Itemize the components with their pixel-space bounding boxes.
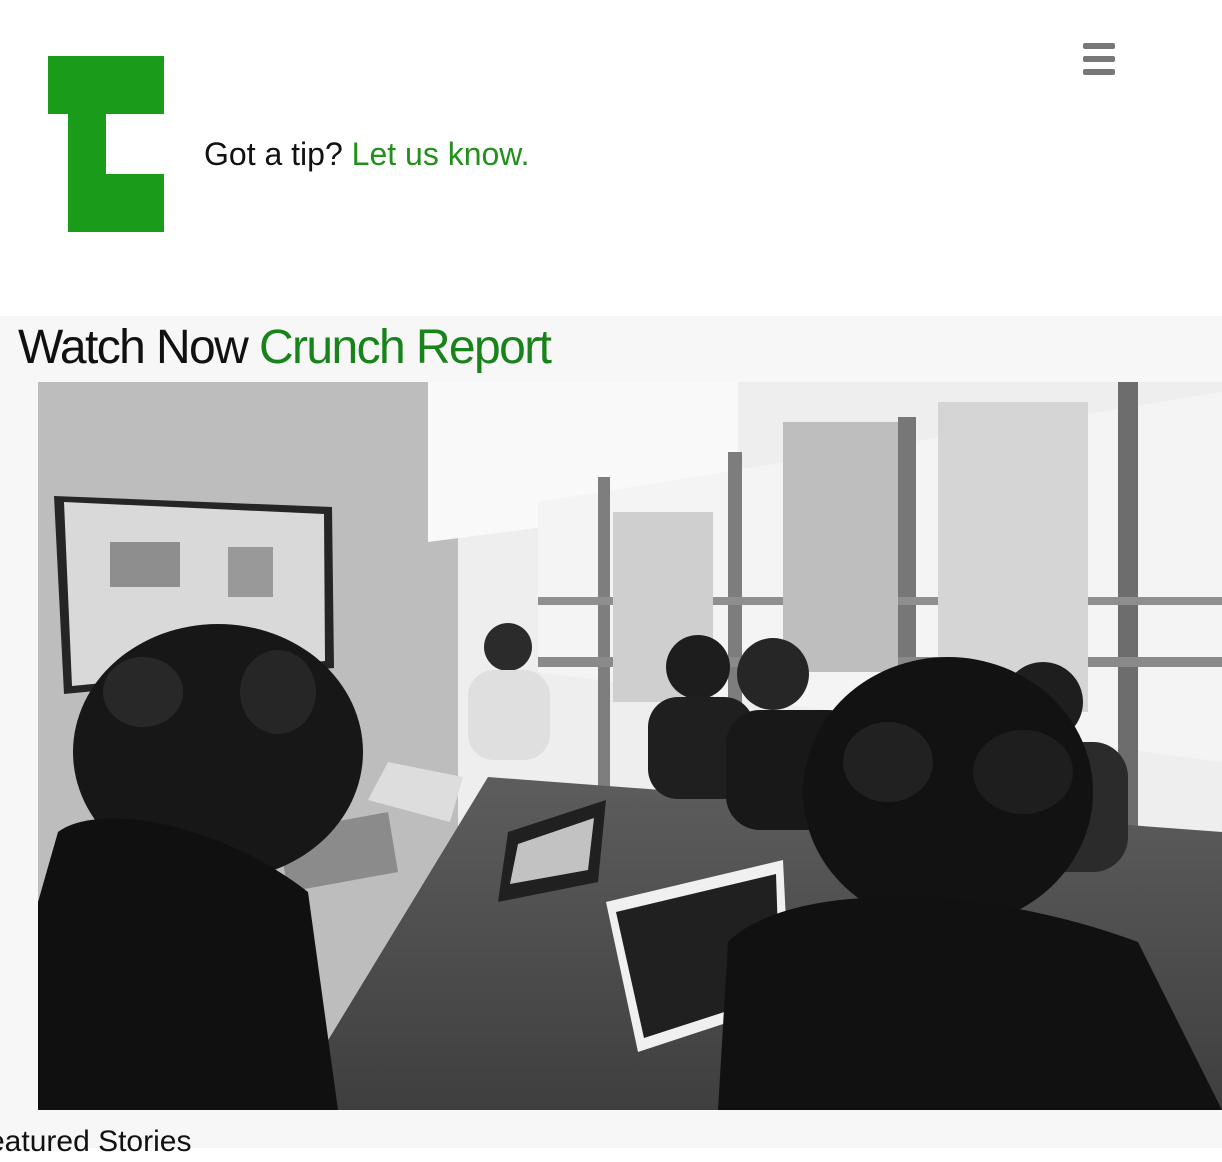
tip-link[interactable]: Let us know.: [352, 136, 530, 172]
techcrunch-logo[interactable]: [48, 56, 164, 232]
menu-bar: [1083, 56, 1115, 62]
menu-bar: [1083, 69, 1115, 75]
watch-now-title: Watch Now Crunch Report: [18, 318, 552, 378]
watch-now-section: Watch Now Crunch Report eatured Stories: [0, 316, 1222, 1158]
featured-stories-heading: eatured Stories: [0, 1125, 192, 1158]
meeting-photo: [38, 382, 1222, 1110]
menu-bar: [1083, 43, 1115, 49]
tc-logo-icon: [48, 56, 164, 232]
site-header: Got a tip? Let us know.: [0, 0, 1222, 316]
tip-line: Got a tip? Let us know.: [204, 133, 530, 175]
menu-button[interactable]: [1079, 43, 1119, 79]
crunch-report-link[interactable]: Crunch Report: [259, 321, 552, 374]
video-thumbnail[interactable]: [38, 382, 1222, 1110]
watch-now-label: Watch Now: [18, 321, 249, 374]
tip-prefix: Got a tip?: [204, 136, 343, 172]
